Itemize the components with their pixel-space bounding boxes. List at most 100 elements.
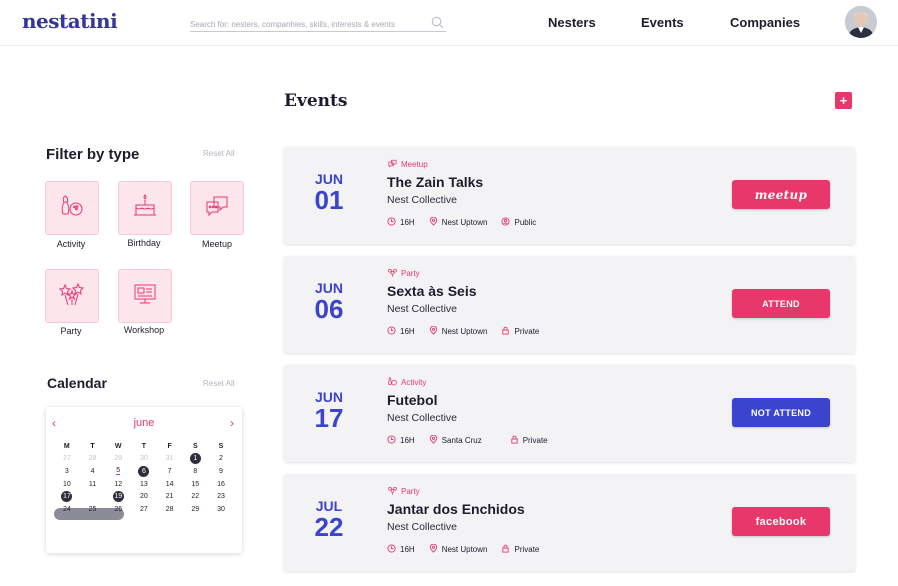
event-name[interactable]: Futebol [387, 392, 438, 408]
calendar-day-range-end[interactable]: 19 [105, 490, 131, 503]
calendar-day[interactable]: 27 [54, 453, 80, 466]
calendar-day[interactable]: 16 [208, 478, 234, 491]
calendar-day[interactable]: 11 [80, 478, 106, 491]
filter-title: Filter by type [46, 146, 140, 163]
calendar-day[interactable]: 14 [157, 478, 183, 491]
calendar-day[interactable]: 29 [105, 453, 131, 466]
not-attend-button[interactable]: NOT ATTEND [732, 398, 830, 427]
calendar-day[interactable]: 10 [54, 478, 80, 491]
presentation-icon [130, 279, 160, 314]
type-label-activity: Activity [56, 239, 86, 249]
calendar-day[interactable]: 2 [208, 453, 234, 466]
type-tile-party[interactable] [45, 269, 99, 323]
type-tile-birthday[interactable] [118, 181, 172, 235]
calendar-day[interactable]: 7 [157, 465, 183, 478]
calendar-day[interactable]: 28 [80, 453, 106, 466]
app-logo[interactable]: nestatini [22, 9, 118, 33]
event-location-label: Nest Uptown [441, 327, 488, 336]
calendar-day[interactable]: 3 [54, 465, 80, 478]
nav-companies[interactable]: Companies [730, 15, 800, 30]
event-location-label: Santa Cruz [441, 436, 482, 445]
calendar-day[interactable]: 12 [105, 478, 131, 491]
avatar[interactable] [845, 6, 877, 38]
meetup-button[interactable]: meetup [732, 180, 830, 209]
chat-bubbles-icon [387, 158, 398, 171]
clock-icon [387, 217, 396, 228]
calendar-day-range-start[interactable]: 17 [54, 490, 80, 503]
event-type-label: Party [401, 487, 420, 496]
event-location-label: Nest Uptown [441, 545, 488, 554]
event-name[interactable]: Sexta às Seis [387, 283, 477, 299]
type-tile-meetup[interactable] [190, 181, 244, 235]
event-type: Party [387, 267, 420, 280]
event-meta: 16H Santa Cruz Private [387, 434, 562, 446]
weekday-header: M [63, 442, 70, 450]
event-type: Party [387, 485, 420, 498]
calendar-day[interactable]: 25 [80, 503, 106, 516]
event-time-label: 16H [400, 327, 415, 336]
calendar-day-today[interactable]: 5 [105, 465, 131, 478]
nav-events[interactable]: Events [641, 15, 684, 30]
weekday-header: T [141, 442, 147, 450]
event-day: 17 [314, 403, 344, 433]
calendar-day[interactable]: 21 [157, 490, 183, 503]
event-location-label: Nest Uptown [441, 218, 488, 227]
search-input[interactable] [190, 14, 422, 29]
calendar-day-event[interactable]: 1 [182, 453, 208, 466]
calendar-day[interactable]: 28 [157, 503, 183, 516]
calendar-grid: M T W T F S S 27 28 29 30 31 1 2 3 4 5 6… [54, 440, 234, 516]
event-time: 16H [387, 326, 415, 337]
calendar-day[interactable]: 4 [80, 465, 106, 478]
event-visibility: Private [501, 326, 539, 337]
calendar-day[interactable]: 15 [182, 478, 208, 491]
attend-button[interactable]: ATTEND [732, 289, 830, 318]
type-tile-workshop[interactable] [118, 269, 172, 323]
calendar-day[interactable]: 29 [182, 503, 208, 516]
search-bar [190, 14, 446, 32]
calendar-day-event[interactable]: 6 [131, 465, 157, 478]
calendar-reset-link[interactable]: Reset All [203, 379, 235, 388]
calendar-day[interactable]: 22 [182, 490, 208, 503]
calendar-day[interactable]: 26 [105, 503, 131, 516]
event-name[interactable]: The Zain Talks [387, 174, 483, 190]
calendar-day[interactable]: 30 [208, 503, 234, 516]
event-card[interactable]: JUN 06 Party Sexta às Seis Nest Collecti… [284, 256, 855, 353]
calendar-next-button[interactable]: › [230, 416, 234, 430]
event-day: 06 [314, 294, 344, 324]
nav-nesters[interactable]: Nesters [548, 15, 596, 30]
calendar-day[interactable]: 30 [131, 453, 157, 466]
fireworks-icon [57, 279, 87, 314]
event-visibility: Private [501, 544, 539, 555]
clock-icon [387, 435, 396, 446]
calendar-day[interactable]: 23 [208, 490, 234, 503]
lock-icon [501, 326, 510, 337]
event-meta: 16H Nest Uptown Public [387, 216, 550, 228]
event-time-label: 16H [400, 218, 415, 227]
calendar-day-number: 17 [61, 491, 73, 503]
event-visibility: Public [501, 217, 536, 228]
event-name[interactable]: Jantar dos Enchidos [387, 501, 525, 517]
facebook-button[interactable]: facebook [732, 507, 830, 536]
event-meta: 16H Nest Uptown Private [387, 325, 553, 337]
event-card[interactable]: JUL 22 Party Jantar dos Enchidos Nest Co… [284, 474, 855, 571]
calendar-day[interactable]: 31 [157, 453, 183, 466]
event-time: 16H [387, 217, 415, 228]
event-type: Activity [387, 376, 426, 389]
event-location: Nest Uptown [429, 325, 488, 337]
type-label-party: Party [60, 326, 82, 336]
event-card[interactable]: JUN 17 Activity Futebol Nest Collective … [284, 365, 855, 462]
calendar-day[interactable]: 8 [182, 465, 208, 478]
calendar-day-in-range[interactable]: 18 [80, 490, 106, 503]
calendar-day[interactable]: 24 [54, 503, 80, 516]
weekday-header: T [90, 442, 95, 450]
calendar-day[interactable]: 13 [131, 478, 157, 491]
type-tile-activity[interactable] [45, 181, 99, 235]
add-event-button[interactable]: + [835, 92, 852, 109]
search-icon[interactable] [431, 16, 444, 34]
filter-reset-link[interactable]: Reset All [203, 149, 235, 158]
chat-bubbles-icon [202, 191, 232, 226]
event-card[interactable]: JUN 01 Meetup The Zain Talks Nest Collec… [284, 147, 855, 244]
calendar-day[interactable]: 9 [208, 465, 234, 478]
calendar-day[interactable]: 27 [131, 503, 157, 516]
calendar-day[interactable]: 20 [131, 490, 157, 503]
